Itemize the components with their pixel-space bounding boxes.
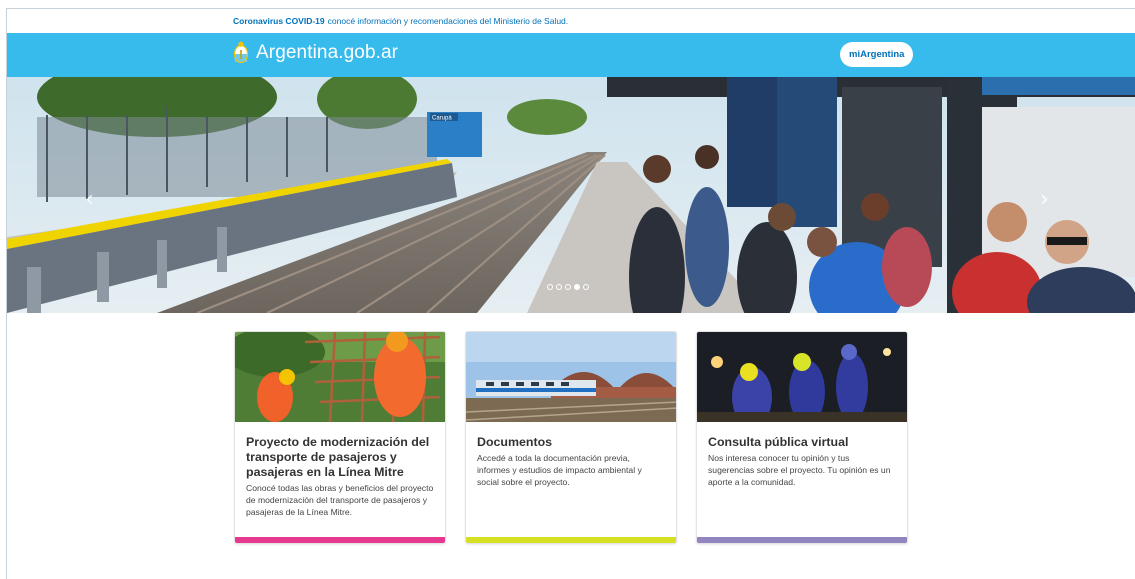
card-accent-stripe <box>235 537 445 543</box>
carousel-dot-5[interactable] <box>583 284 589 290</box>
card-description: Accedé a toda la documentación previa, i… <box>477 453 642 487</box>
card-consulta[interactable]: Consulta pública virtual Nos interesa co… <box>696 331 908 544</box>
card-title: Documentos <box>477 435 553 449</box>
card-title: Consulta pública virtual <box>708 435 849 449</box>
escudo-icon <box>233 41 249 64</box>
card-accent-stripe <box>466 537 676 543</box>
card-image-workers <box>235 332 445 422</box>
card-documentos[interactable]: Documentos Accedé a toda la documentació… <box>465 331 677 544</box>
browser-viewport: Coronavirus COVID-19 conocé información … <box>6 8 1135 579</box>
card-accent-stripe <box>697 537 907 543</box>
carousel-dot-1[interactable] <box>547 284 553 290</box>
card-modernizacion[interactable]: Proyecto de modernización del transporte… <box>234 331 446 544</box>
carousel-dot-4[interactable] <box>574 284 580 290</box>
card-description: Conocé todas las obras y beneficios del … <box>246 483 434 517</box>
miargentina-button[interactable]: miArgentina <box>840 42 914 67</box>
carousel-dot-3[interactable] <box>565 284 571 290</box>
covid-alert-bar[interactable]: Coronavirus COVID-19 conocé información … <box>7 9 1135 33</box>
brand-name: Argentina.gob.ar <box>256 42 399 63</box>
covid-alert-text[interactable]: conocé información y recomendaciones del… <box>328 16 569 26</box>
brand-logo-link[interactable]: Argentina.gob.ar <box>233 41 398 65</box>
card-image-night-workers <box>697 332 907 422</box>
hero-image-train-platform: Carupá <box>7 77 1135 313</box>
covid-alert-title[interactable]: Coronavirus COVID-19 <box>233 16 325 26</box>
cards-row: Proyecto de modernización del transporte… <box>234 331 908 544</box>
card-description: Nos interesa conocer tu opinión y tus su… <box>708 453 891 487</box>
card-image-train-station <box>466 332 676 422</box>
card-title: Proyecto de modernización del transporte… <box>246 435 430 479</box>
carousel-dot-2[interactable] <box>556 284 562 290</box>
hero-carousel[interactable]: Carupá ‹ › <box>7 77 1135 313</box>
site-header: Argentina.gob.ar miArgentina <box>7 33 1135 77</box>
carousel-next-icon[interactable]: › <box>1040 187 1049 212</box>
station-sign: Carupá <box>432 116 452 122</box>
carousel-indicators <box>547 284 589 290</box>
carousel-prev-icon[interactable]: ‹ <box>85 187 94 212</box>
